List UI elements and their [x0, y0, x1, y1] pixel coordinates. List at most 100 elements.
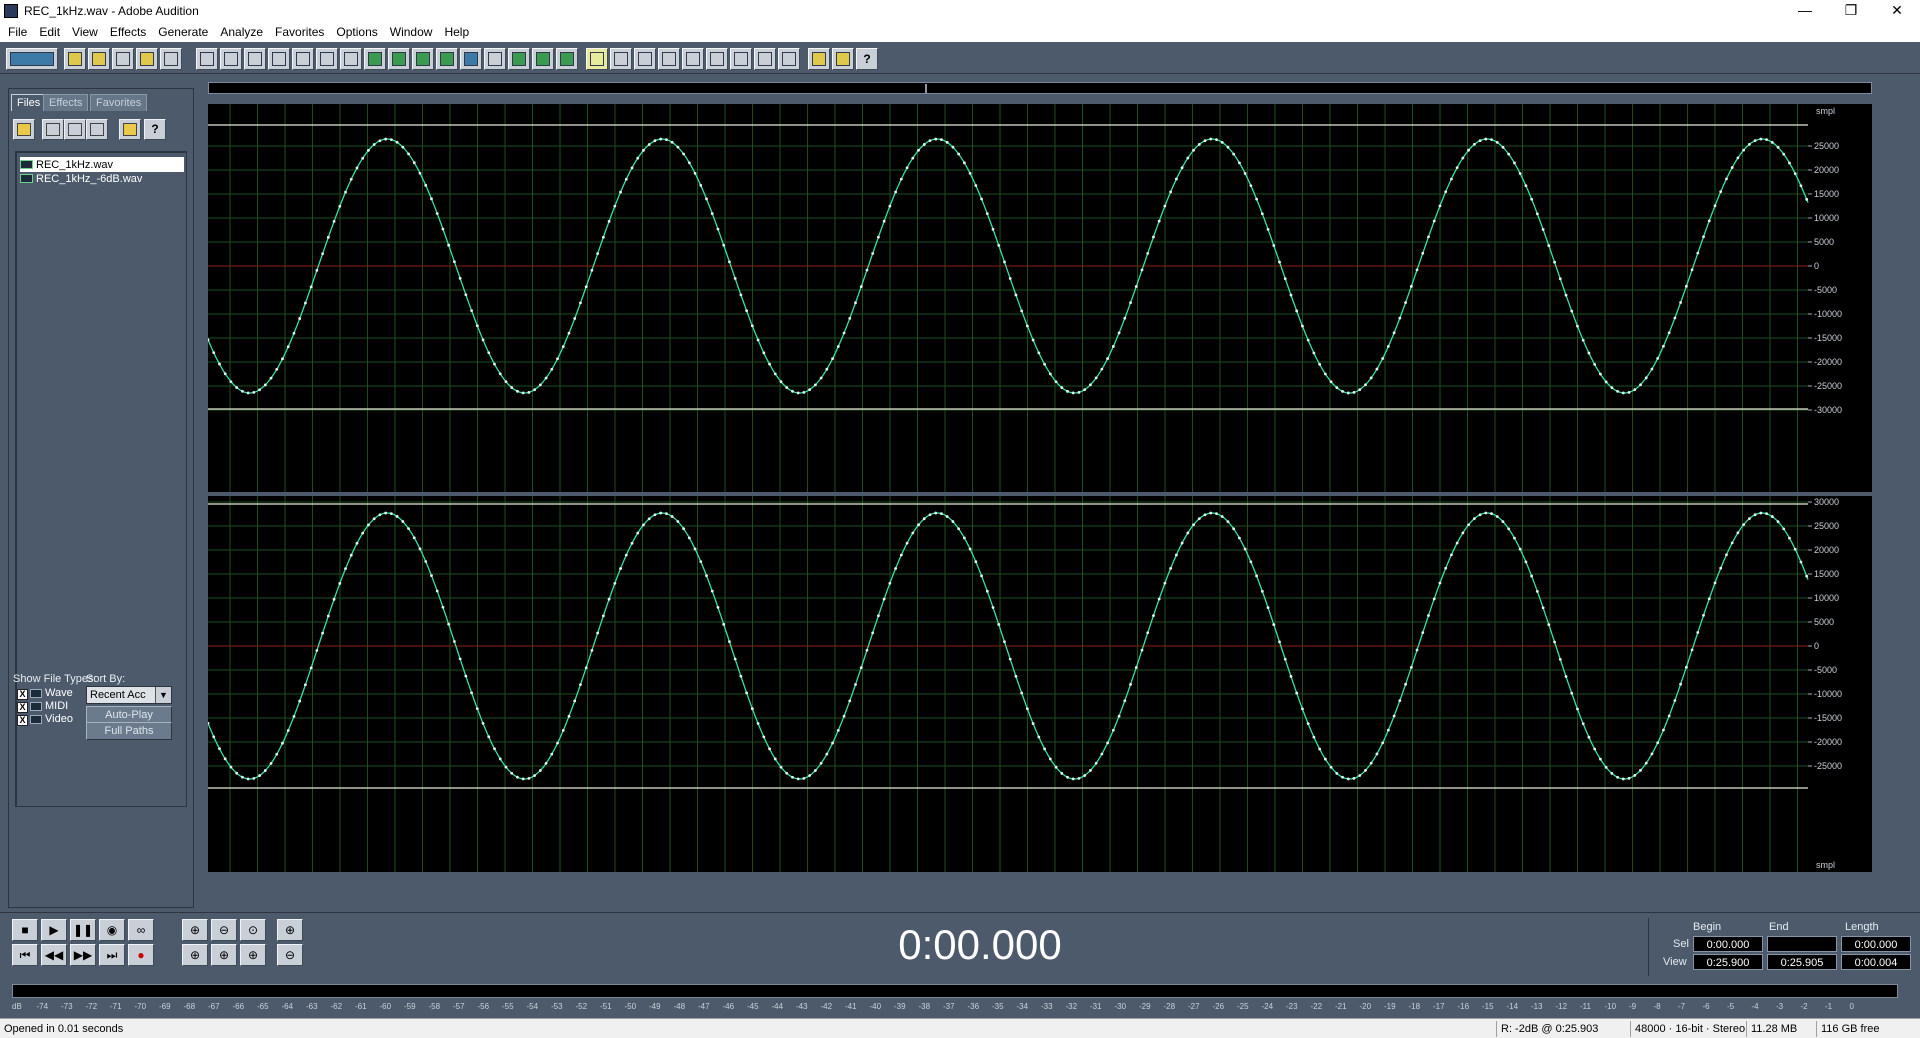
view-end-field[interactable]: 0:25.905 — [1767, 954, 1837, 970]
zoom-to-left-button[interactable]: ⊕ — [182, 944, 208, 966]
zoom-selection-button[interactable]: ⊕ — [240, 944, 266, 966]
play-button[interactable]: ▶ — [41, 919, 67, 941]
video-type-checkbox[interactable]: X — [17, 715, 28, 726]
menu-options[interactable]: Options — [330, 22, 383, 42]
sample-point — [1501, 145, 1505, 149]
new-file-button[interactable] — [64, 48, 86, 70]
pause-button[interactable]: ❚❚ — [70, 919, 96, 941]
sel-length-field[interactable]: 0:00.000 — [1841, 936, 1911, 952]
menu-effects[interactable]: Effects — [104, 22, 152, 42]
save-button[interactable] — [112, 48, 134, 70]
loop-button[interactable]: ∞ — [128, 919, 154, 941]
view-pan-button[interactable] — [634, 48, 656, 70]
wave-type-checkbox[interactable]: X — [17, 689, 28, 700]
sample-point — [1094, 376, 1098, 380]
close-file-panel-button[interactable] — [42, 119, 64, 140]
settings-button[interactable] — [808, 48, 830, 70]
play-file-button[interactable] — [119, 119, 141, 140]
tab-effects[interactable]: Effects — [43, 94, 89, 111]
sample-point — [1541, 606, 1545, 610]
record-button[interactable]: ● — [128, 944, 154, 966]
zoom-out-horizontal-button[interactable]: ⊖ — [211, 919, 237, 941]
grid-button-2[interactable] — [532, 48, 554, 70]
tab-favorites[interactable]: Favorites — [90, 94, 148, 111]
grid-button-1[interactable] — [508, 48, 530, 70]
undo-button[interactable] — [196, 48, 218, 70]
scripts-button[interactable] — [832, 48, 854, 70]
menu-edit[interactable]: Edit — [33, 22, 66, 42]
panel-help-button[interactable]: ? — [144, 119, 166, 140]
fast-forward-button[interactable]: ▶▶ — [70, 944, 96, 966]
help-button[interactable]: ? — [856, 48, 878, 70]
redo-button[interactable] — [220, 48, 242, 70]
multitrack-toggle-button[interactable] — [6, 48, 58, 70]
close-button[interactable]: ✕ — [1874, 0, 1920, 22]
envelope-button[interactable] — [460, 48, 482, 70]
view-spectral-button[interactable] — [610, 48, 632, 70]
menu-generate[interactable]: Generate — [152, 22, 214, 42]
insert-multitrack-button[interactable] — [64, 119, 86, 140]
view-length-field[interactable]: 0:00.004 — [1841, 954, 1911, 970]
sort-by-select[interactable]: Recent Acc ▼ — [86, 686, 172, 704]
cue-list-button[interactable] — [658, 48, 680, 70]
menu-window[interactable]: Window — [384, 22, 439, 42]
sample-point — [1427, 614, 1430, 617]
stop-button[interactable]: ■ — [12, 919, 38, 941]
midi-type-checkbox[interactable]: X — [17, 702, 28, 713]
paste-new-button[interactable] — [364, 48, 386, 70]
meters-button[interactable] — [754, 48, 776, 70]
zoom-out-vertical-button[interactable]: ⊖ — [277, 944, 303, 966]
grid-button-3[interactable] — [556, 48, 578, 70]
sample-point — [619, 190, 622, 194]
mix-paste-button[interactable] — [388, 48, 410, 70]
channel-right-waveform[interactable]: 30000 25000 20000 15000 10000 5000 0 -5000 -1000… — [208, 496, 1872, 872]
spectral-button[interactable] — [484, 48, 506, 70]
repeat-button[interactable] — [244, 48, 266, 70]
bits-button[interactable] — [706, 48, 728, 70]
sel-end-field[interactable] — [1767, 936, 1837, 952]
mark-button[interactable] — [436, 48, 458, 70]
view-waveform-button[interactable] — [586, 48, 608, 70]
menu-favorites[interactable]: Favorites — [269, 22, 330, 42]
minimize-button[interactable]: — — [1782, 0, 1828, 22]
open-file-button[interactable] — [88, 48, 110, 70]
cut-button[interactable] — [316, 48, 338, 70]
save-all-button[interactable] — [136, 48, 158, 70]
edit-file-button[interactable] — [86, 119, 108, 140]
paste-button[interactable] — [340, 48, 362, 70]
tab-files[interactable]: Files — [11, 94, 47, 111]
full-paths-button[interactable]: Full Paths — [86, 722, 172, 740]
menu-view[interactable]: View — [66, 22, 104, 42]
sel-begin-field[interactable]: 0:00.000 — [1693, 936, 1763, 952]
status-size: 11.28 MB — [1746, 1021, 1801, 1037]
menu-analyze[interactable]: Analyze — [214, 22, 269, 42]
menu-file[interactable]: File — [2, 22, 33, 42]
maximize-button[interactable]: ❐ — [1828, 0, 1874, 22]
overview-bar[interactable] — [208, 82, 1872, 94]
view-begin-field[interactable]: 0:25.900 — [1693, 954, 1763, 970]
rewind-button[interactable]: ◀◀ — [41, 944, 67, 966]
zoom-button[interactable] — [682, 48, 704, 70]
play-to-end-button[interactable]: ◉ — [99, 919, 125, 941]
overview-view-marker[interactable] — [925, 84, 927, 93]
file-list-item[interactable]: REC_1kHz.wav — [20, 157, 184, 172]
open-file-panel-button[interactable] — [13, 119, 35, 140]
sample-point — [636, 156, 640, 160]
go-to-start-button[interactable]: ⏮ — [12, 944, 38, 966]
zoom-to-right-button[interactable]: ⊕ — [211, 944, 237, 966]
info-button[interactable] — [730, 48, 752, 70]
zoom-in-vertical-button[interactable]: ⊕ — [277, 919, 303, 941]
channel-left-waveform[interactable]: 25000 20000 15000 10000 5000 0 -5000 -10000 -150… — [208, 104, 1872, 492]
sample-point — [607, 597, 611, 601]
close-file-button[interactable] — [160, 48, 182, 70]
zoom-out-full-button[interactable]: ⊙ — [240, 919, 266, 941]
zoom-out-icon: ⊖ — [218, 923, 230, 937]
zoom-in-horizontal-button[interactable]: ⊕ — [182, 919, 208, 941]
copy-new-button[interactable] — [292, 48, 314, 70]
menu-help[interactable]: Help — [438, 22, 475, 42]
go-to-end-button[interactable]: ⏭ — [99, 944, 125, 966]
rulers-button[interactable] — [778, 48, 800, 70]
file-list-item[interactable]: REC_1kHz_-6dB.wav — [20, 171, 148, 186]
copy-button[interactable] — [268, 48, 290, 70]
trim-button[interactable] — [412, 48, 434, 70]
